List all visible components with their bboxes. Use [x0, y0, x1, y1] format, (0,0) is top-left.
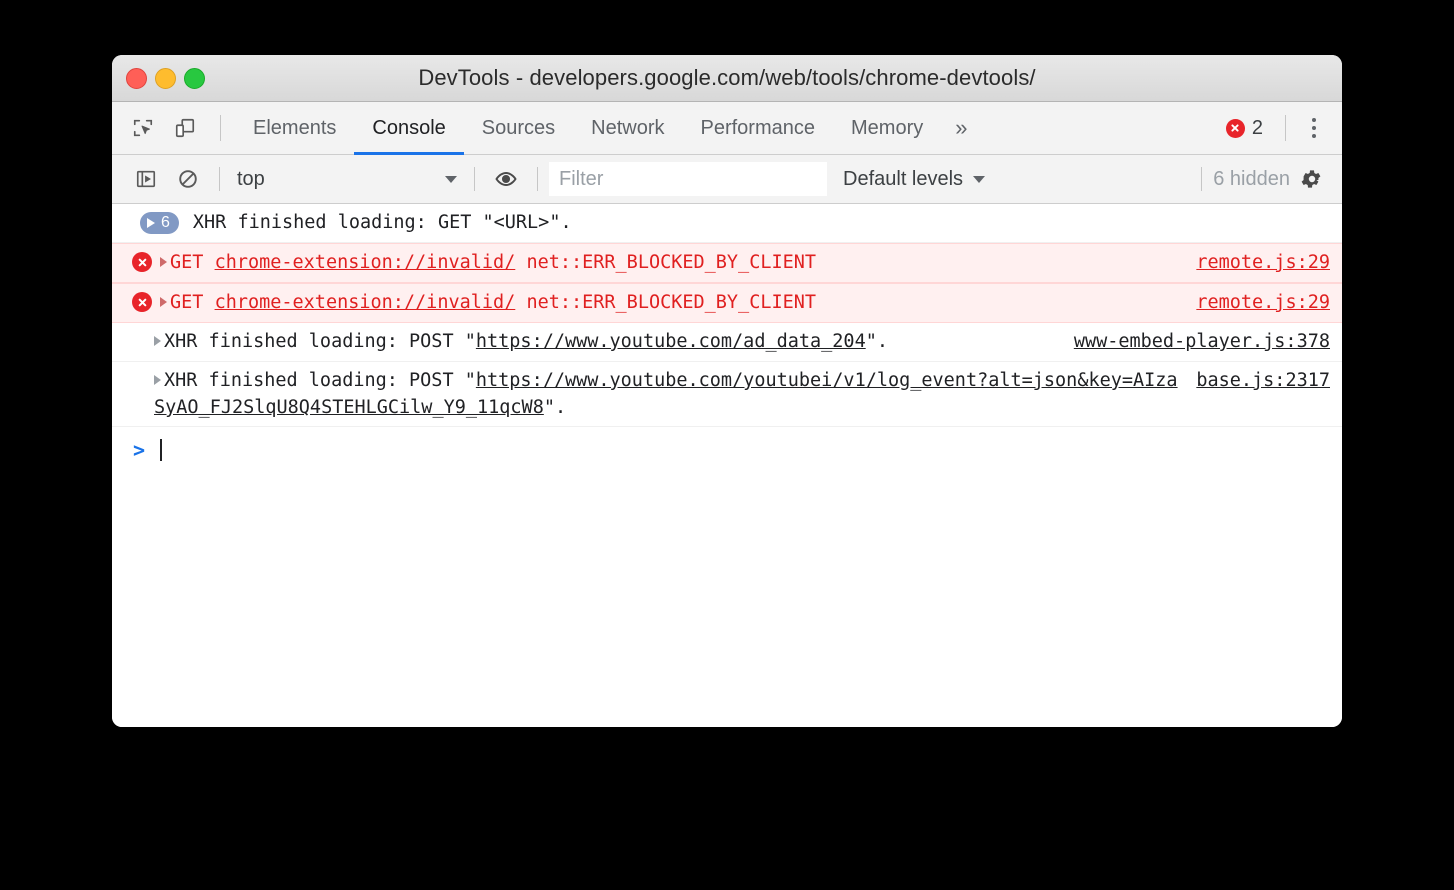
inspect-element-icon[interactable]: [128, 113, 158, 143]
minimize-window-button[interactable]: [155, 67, 176, 89]
expand-triangle-icon[interactable]: [154, 375, 161, 385]
toolbar-divider-3: [537, 167, 538, 191]
chevron-down-icon: [445, 175, 457, 183]
execution-context-value: top: [237, 167, 265, 190]
tab-sources-label: Sources: [481, 116, 556, 139]
devtools-window: DevTools - developers.google.com/web/too…: [112, 55, 1342, 727]
device-toolbar-icon[interactable]: [170, 113, 200, 143]
error-circle-icon: [132, 292, 152, 312]
source-location-link[interactable]: remote.js:29: [1196, 249, 1330, 276]
error-detail: net::ERR_BLOCKED_BY_CLIENT: [526, 292, 817, 313]
error-message-body: GET chrome-extension://invalid/ net::ERR…: [160, 249, 1196, 276]
tab-console[interactable]: Console: [354, 102, 465, 155]
more-options-icon[interactable]: [1298, 118, 1330, 138]
error-detail: net::ERR_BLOCKED_BY_CLIENT: [526, 252, 817, 273]
source-location-link[interactable]: www-embed-player.js:378: [1074, 328, 1330, 355]
info-message-prefix: XHR finished loading: POST ": [164, 331, 476, 352]
console-toolbar: top Default levels 6 hidden: [112, 155, 1342, 204]
tab-performance-label: Performance: [700, 116, 816, 139]
tabbar-tool-icons: [112, 102, 235, 154]
text-cursor: [160, 439, 162, 461]
gear-icon[interactable]: [1297, 164, 1327, 194]
console-message-info[interactable]: XHR finished loading: POST "https://www.…: [112, 362, 1342, 427]
tab-network[interactable]: Network: [573, 102, 682, 154]
log-level-label: Default levels: [843, 167, 964, 190]
group-message-text: XHR finished loading: GET "<URL>".: [192, 212, 572, 233]
message-gutter: [124, 289, 160, 312]
console-message-group[interactable]: 6 XHR finished loading: GET "<URL>".: [112, 204, 1342, 243]
tab-sources[interactable]: Sources: [464, 102, 573, 154]
group-count-label: 6: [161, 214, 170, 231]
tab-performance[interactable]: Performance: [683, 102, 834, 154]
error-count-badge[interactable]: 2: [1216, 117, 1273, 140]
tabbar-divider: [220, 115, 221, 141]
error-circle-icon: [132, 252, 152, 272]
console-message-error[interactable]: GET chrome-extension://invalid/ net::ERR…: [112, 243, 1342, 283]
tab-console-label: Console: [372, 116, 446, 139]
error-method: GET: [170, 252, 204, 273]
expand-triangle-icon[interactable]: [154, 336, 161, 346]
chevron-double-right-icon: »: [955, 115, 968, 140]
eye-icon[interactable]: [491, 164, 521, 194]
filter-input[interactable]: [549, 162, 827, 196]
error-count-label: 2: [1251, 116, 1263, 139]
console-message-info[interactable]: XHR finished loading: POST "https://www.…: [112, 323, 1342, 362]
window-titlebar: DevTools - developers.google.com/web/too…: [112, 55, 1342, 102]
execution-context-selector[interactable]: top: [231, 168, 463, 191]
tab-network-label: Network: [591, 116, 665, 139]
show-console-sidebar-icon[interactable]: [131, 164, 161, 194]
window-title: DevTools - developers.google.com/web/too…: [418, 65, 1036, 90]
expand-triangle-icon[interactable]: [160, 257, 167, 267]
error-message-body: GET chrome-extension://invalid/ net::ERR…: [160, 289, 1196, 316]
close-window-button[interactable]: [126, 67, 147, 89]
message-gutter: [124, 249, 160, 272]
info-message-prefix: XHR finished loading: POST ": [164, 370, 476, 391]
group-message-body: 6 XHR finished loading: GET "<URL>".: [130, 209, 1330, 236]
info-url-link[interactable]: https://www.youtube.com/ad_data_204: [476, 331, 866, 352]
error-method: GET: [170, 292, 204, 313]
triangle-right-icon: [147, 217, 155, 228]
toolbar-divider-4: [1201, 167, 1203, 191]
tabbar-right-controls: 2: [1216, 102, 1342, 154]
prompt-arrow-icon: >: [132, 438, 146, 462]
info-message-body: XHR finished loading: POST "https://www.…: [154, 328, 1074, 355]
tab-elements[interactable]: Elements: [235, 102, 354, 154]
console-prompt-row[interactable]: >: [112, 427, 1342, 473]
maximize-window-button[interactable]: [184, 67, 205, 89]
group-count-badge[interactable]: 6: [140, 211, 179, 234]
tab-memory-label: Memory: [851, 116, 924, 139]
source-location-link[interactable]: remote.js:29: [1196, 289, 1330, 316]
clear-console-icon[interactable]: [173, 164, 203, 194]
traffic-light-buttons: [126, 55, 205, 101]
info-message-suffix: ".: [543, 397, 567, 418]
tab-list: Elements Console Sources Network Perform…: [235, 102, 1216, 155]
info-message-suffix: ".: [865, 331, 888, 352]
error-url-link[interactable]: chrome-extension://invalid/: [215, 292, 516, 313]
devtools-tabbar: Elements Console Sources Network Perform…: [112, 102, 1342, 155]
tab-memory[interactable]: Memory: [833, 102, 941, 154]
chevron-down-icon: [973, 175, 986, 183]
console-message-error[interactable]: GET chrome-extension://invalid/ net::ERR…: [112, 283, 1342, 323]
error-url-link[interactable]: chrome-extension://invalid/: [215, 252, 516, 273]
source-location-link[interactable]: base.js:2317: [1196, 367, 1330, 394]
toolbar-divider-1: [219, 167, 220, 191]
info-message-body: XHR finished loading: POST "https://www.…: [154, 367, 1196, 421]
expand-triangle-icon[interactable]: [160, 297, 167, 307]
tab-overflow-button[interactable]: »: [941, 102, 981, 154]
toolbar-divider-2: [474, 167, 475, 191]
tabbar-right-divider: [1285, 115, 1286, 141]
hidden-messages-count: 6 hidden: [1213, 167, 1290, 190]
error-circle-icon: [1225, 118, 1245, 138]
tab-elements-label: Elements: [253, 116, 337, 139]
console-message-list[interactable]: 6 XHR finished loading: GET "<URL>". GET…: [112, 204, 1342, 727]
log-level-selector[interactable]: Default levels: [843, 167, 986, 191]
